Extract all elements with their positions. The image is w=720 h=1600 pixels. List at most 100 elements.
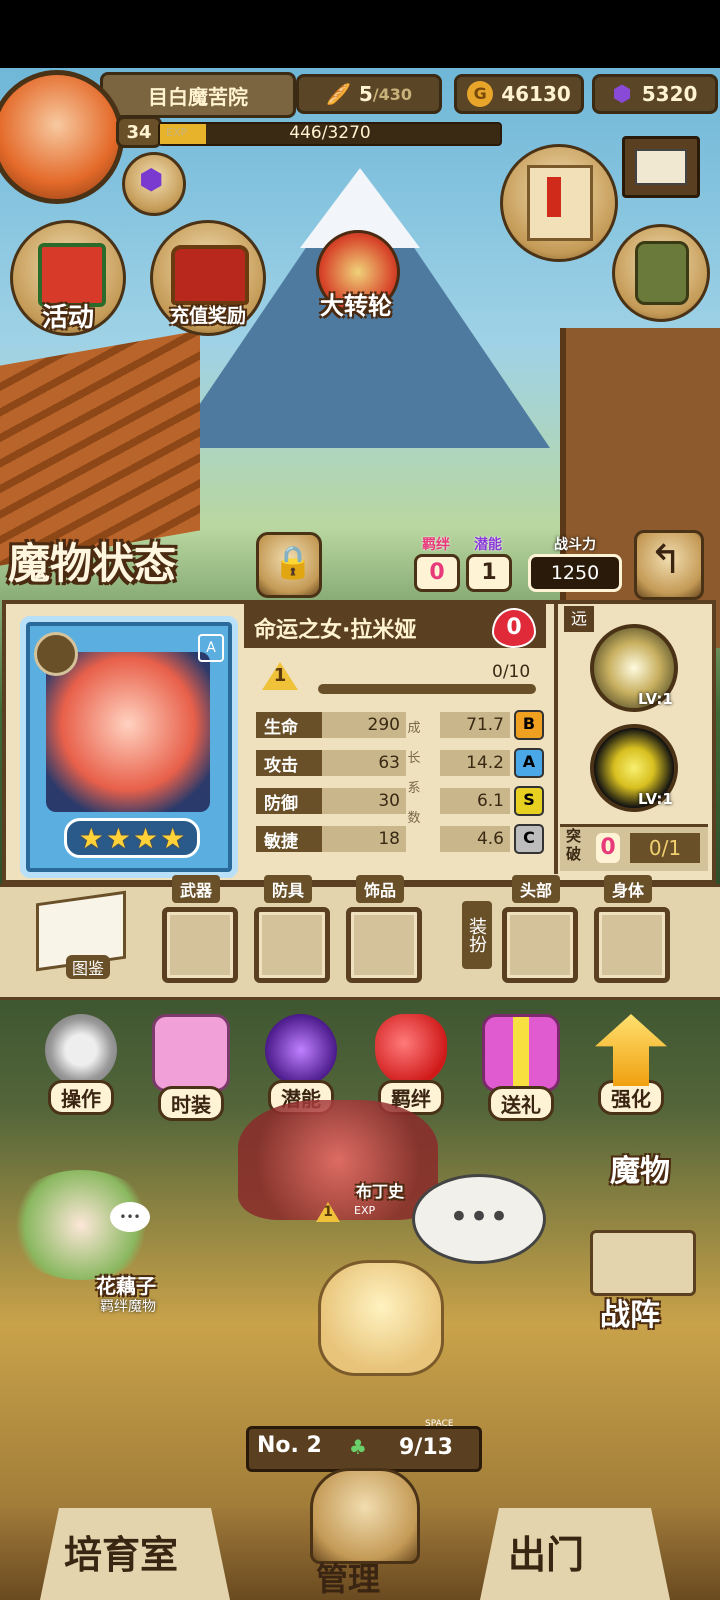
bread-value: 5	[358, 82, 373, 106]
shadow-creature-icon	[265, 1014, 337, 1086]
equipment-row: 图鉴 武器 防具 饰品 装扮 头部 身体	[0, 875, 720, 1000]
grade-badge: A	[514, 748, 544, 778]
skill-1-button[interactable]: LV:1	[590, 624, 678, 712]
mail-button[interactable]	[622, 136, 700, 198]
level-progress-bar	[318, 684, 536, 694]
flytrap-plant-illustration	[238, 1100, 438, 1220]
monster-list-button[interactable]: 魔物	[590, 1120, 710, 1190]
manage-tab[interactable]: 管理	[290, 1468, 440, 1600]
accessory-slot[interactable]	[346, 907, 422, 983]
nursery-tab[interactable]: 培育室	[40, 1508, 230, 1600]
armor-slot[interactable]	[254, 907, 330, 983]
go-out-tab[interactable]: 出门	[480, 1508, 670, 1600]
gift-button[interactable]: 送礼	[476, 1014, 566, 1124]
bread-icon: 🥖	[325, 82, 351, 106]
stats-table: 生命 290 71.7 B 攻击 63 14.2 A 防御 30 6.1 S 敏捷 18 4.6 C	[256, 710, 546, 862]
monster-card[interactable]: A ★ ★ ★ ★	[20, 616, 238, 878]
backpack-button[interactable]	[612, 224, 710, 322]
lock-button[interactable]: 🔒	[256, 532, 322, 598]
back-button[interactable]: ↰	[634, 530, 704, 600]
gem-counter[interactable]: ⬢ 5320	[592, 74, 718, 114]
bottom-nav: 培育室 管理 出门	[0, 1468, 720, 1600]
exp-text: 446/3270	[289, 123, 371, 143]
growth-value: 4.6	[440, 826, 510, 852]
gift-label: 送礼	[488, 1086, 554, 1121]
power-label: 战斗力	[554, 537, 596, 553]
monster-portrait	[46, 652, 210, 812]
skill-2-level: LV:1	[638, 790, 673, 808]
treasure-chest-icon	[171, 245, 249, 305]
growth-value: 6.1	[440, 788, 510, 814]
go-out-label: 出门	[508, 1533, 585, 1577]
event-label: 活动	[41, 303, 94, 333]
monster-status-title: 魔物状态	[8, 539, 177, 588]
quest-scroll-button[interactable]	[500, 144, 618, 262]
body-slot-group: 身体	[594, 875, 670, 983]
codex-button[interactable]: 图鉴	[30, 890, 126, 983]
stat-row: 敏捷 18 4.6 C	[256, 824, 546, 854]
class-emblem-icon	[34, 632, 78, 676]
fashion-button[interactable]: 时装	[146, 1014, 236, 1124]
monster-list-label: 魔物	[610, 1154, 670, 1189]
stat-value: 18	[322, 826, 406, 852]
npc-subtitle: 羁绊魔物	[100, 1299, 156, 1315]
gem-value: 5320	[641, 82, 698, 106]
body-slot[interactable]	[594, 907, 670, 983]
breakthrough-label: 突破	[566, 827, 582, 863]
recharge-label: 充值奖励	[169, 305, 246, 327]
pudding-monster[interactable]	[318, 1260, 444, 1376]
breakthrough-row[interactable]: 突破 0 0/1	[560, 824, 708, 871]
formation-button[interactable]: 战阵	[580, 1230, 710, 1340]
operate-button[interactable]: 操作	[36, 1014, 126, 1124]
location-label: 目白魔苦院	[100, 72, 296, 118]
big-wheel-button[interactable]: 大转轮	[296, 220, 416, 330]
weapon-slot[interactable]	[162, 907, 238, 983]
operate-label: 操作	[48, 1080, 114, 1115]
skills-column: 远 LV:1 LV:1 突破 0 0/1	[554, 604, 712, 874]
exp-bar: EXP 446/3270	[158, 122, 502, 146]
monster-label: 布丁史	[356, 1182, 405, 1201]
head-slot-group: 头部	[502, 875, 578, 983]
bread-max: /430	[372, 84, 413, 104]
recharge-reward-button[interactable]: 充值奖励	[150, 220, 266, 336]
head-slot[interactable]	[502, 907, 578, 983]
npc-name: 花藕子	[96, 1274, 156, 1298]
codex-label: 图鉴	[66, 955, 111, 979]
gem-icon: ⬢	[612, 81, 632, 107]
star-rating: ★ ★ ★ ★	[64, 818, 200, 858]
rank-badge: A	[198, 634, 224, 662]
combat-power: 战斗力 1250	[528, 534, 622, 592]
skill-1-level: LV:1	[638, 690, 673, 708]
grade-badge: C	[514, 824, 544, 854]
bond-counter: 羁绊 0	[414, 534, 460, 592]
growth-coefficient-label: 成长系数	[404, 714, 424, 834]
skill-2-button[interactable]: LV:1	[590, 724, 678, 812]
stat-name: 敏捷	[256, 826, 322, 852]
potential-counter: 潜能 1	[466, 534, 512, 592]
body-slot-label: 身体	[604, 875, 653, 903]
outfit-icon	[152, 1014, 230, 1092]
room-info-bar: No. 2 ♣ SPACE 9/13	[246, 1419, 482, 1472]
space-label: SPACE	[425, 1419, 454, 1429]
stat-name: 攻击	[256, 750, 322, 776]
monster-name: 命运之女·拉米娅	[254, 618, 417, 643]
stat-row: 防御 30 6.1 S	[256, 786, 546, 816]
purple-gem-plus-icon: ⬢	[139, 163, 164, 196]
growth-char: 系	[407, 781, 421, 796]
range-badge: 远	[564, 606, 594, 632]
enhance-button[interactable]: 强化	[586, 1014, 676, 1124]
hearts-icon	[375, 1014, 447, 1086]
potential-label: 潜能	[474, 537, 502, 553]
accessory-slot-group: 饰品	[346, 875, 422, 983]
breakthrough-value: 0	[596, 833, 620, 863]
stat-name: 生命	[256, 712, 322, 738]
star-icon: ★	[160, 821, 186, 855]
gold-counter[interactable]: G 46130	[454, 74, 584, 114]
event-button[interactable]: 活动	[10, 220, 126, 336]
add-gem-button[interactable]: ⬢	[122, 152, 186, 216]
monster-status-bar: 魔物状态 🔒 羁绊 0 潜能 1 战斗力 1250 ↰	[0, 526, 720, 600]
upgrade-arrows-icon	[595, 1014, 667, 1086]
gear-icon	[45, 1014, 117, 1086]
envelope-icon	[635, 149, 687, 185]
bread-counter[interactable]: 🥖 5 /430	[296, 74, 442, 114]
